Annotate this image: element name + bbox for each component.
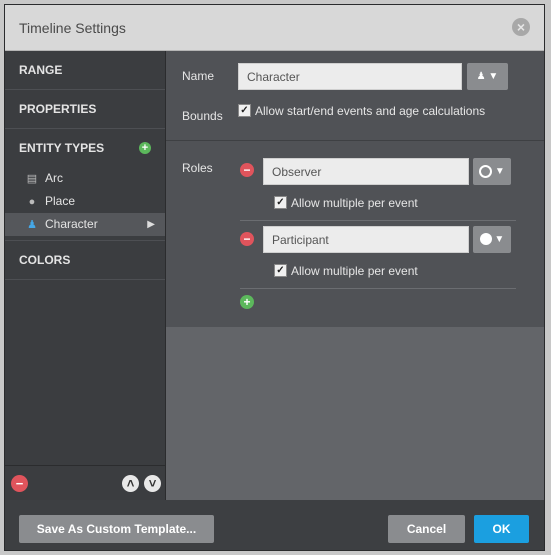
role-name-input[interactable] [263, 226, 469, 253]
bounds-checkbox-label: Allow start/end events and age calculati… [255, 104, 486, 118]
sidebar-item-label: Character [45, 217, 98, 231]
allow-multiple-checkbox[interactable]: ✓ [274, 196, 287, 209]
sidebar-item-character[interactable]: ♟ Character ▶ [5, 213, 165, 236]
sidebar-item-place[interactable]: ● Place [5, 190, 165, 213]
close-icon[interactable]: × [512, 18, 530, 36]
sidebar-item-properties[interactable]: PROPERTIES [5, 90, 165, 129]
title-bar: Timeline Settings × [5, 5, 544, 51]
sidebar-item-arc[interactable]: ▤ Arc [5, 167, 165, 190]
hollow-circle-icon [479, 164, 493, 178]
sidebar-item-label: COLORS [19, 253, 71, 267]
divider [240, 220, 516, 221]
bounds-label: Bounds [182, 109, 223, 123]
book-icon: ▤ [26, 173, 38, 185]
bounds-checkbox[interactable]: ✓ [238, 104, 251, 117]
person-icon: ♟ [27, 219, 37, 231]
sidebar-item-label: PROPERTIES [19, 102, 97, 116]
remove-role-icon[interactable]: − [240, 163, 254, 177]
entity-icon-dropdown[interactable]: ♟ ▼ [467, 63, 508, 90]
role-marker-dropdown[interactable]: ▼ [473, 158, 511, 185]
allow-multiple-checkbox[interactable]: ✓ [274, 264, 287, 277]
role-marker-dropdown[interactable]: ▼ [473, 226, 511, 253]
cancel-button[interactable]: Cancel [388, 515, 465, 543]
dialog-footer: Save As Custom Template... Cancel OK [5, 500, 544, 550]
timeline-settings-dialog: Timeline Settings × RANGE PROPERTIES ENT… [4, 4, 545, 551]
add-entity-type-icon[interactable]: + [139, 142, 151, 154]
sidebar-item-range[interactable]: RANGE [5, 51, 165, 90]
name-label: Name [182, 69, 215, 83]
roles-label: Roles [182, 161, 213, 175]
move-up-icon[interactable]: ˄ [122, 475, 139, 492]
sidebar-item-label: ENTITY TYPES [19, 141, 105, 155]
sidebar-toolbar: − ˄ ˅ [5, 465, 165, 501]
person-icon: ♟ [476, 71, 486, 82]
save-as-custom-template-button[interactable]: Save As Custom Template... [19, 515, 214, 543]
empty-panel [166, 327, 544, 500]
sidebar: RANGE PROPERTIES ENTITY TYPES + ▤ Arc ● Pl… [5, 51, 166, 501]
move-down-icon[interactable]: ˅ [144, 475, 161, 492]
roles-section: Roles − ▼ ✓ Allow multiple per event − ▼… [166, 141, 544, 327]
dialog-title: Timeline Settings [19, 20, 126, 36]
sidebar-item-colors[interactable]: COLORS [5, 241, 165, 280]
allow-multiple-label: Allow multiple per event [291, 264, 418, 278]
chevron-right-icon: ▶ [147, 219, 155, 230]
ok-button[interactable]: OK [474, 515, 529, 543]
allow-multiple-label: Allow multiple per event [291, 196, 418, 210]
name-input[interactable] [238, 63, 462, 90]
divider [240, 288, 516, 289]
sidebar-item-entity-types[interactable]: ENTITY TYPES + [5, 129, 165, 167]
sidebar-item-label: RANGE [19, 63, 63, 77]
role-name-input[interactable] [263, 158, 469, 185]
sidebar-item-label: Arc [45, 171, 63, 185]
globe-icon: ● [28, 196, 36, 208]
remove-entity-type-icon[interactable]: − [11, 475, 28, 492]
sidebar-item-label: Place [45, 194, 76, 208]
filled-circle-icon [479, 233, 492, 246]
entity-type-properties: Name ♟ ▼ Bounds ✓ Allow start/end events… [166, 51, 544, 141]
remove-role-icon[interactable]: − [240, 232, 254, 246]
add-role-icon[interactable]: + [240, 295, 254, 309]
